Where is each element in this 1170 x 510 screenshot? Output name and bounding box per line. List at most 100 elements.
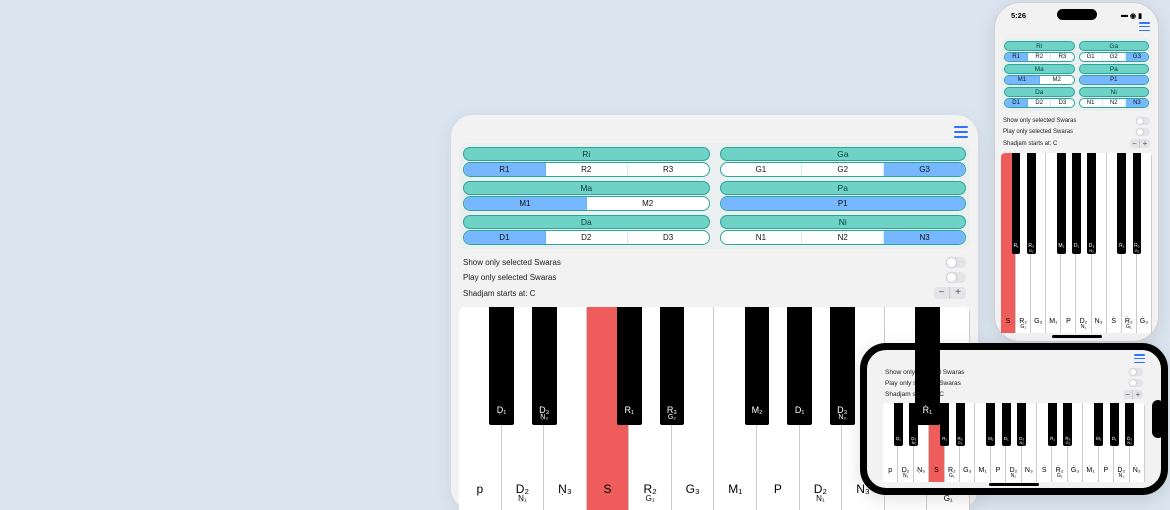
setting-play-only: Play only selected Swaras	[463, 272, 966, 283]
menu-icon[interactable]	[954, 126, 968, 138]
swara-option[interactable]: R1	[464, 163, 546, 176]
swara-option[interactable]: M2	[587, 197, 709, 210]
swara-option[interactable]: N2	[1103, 99, 1126, 107]
swara-segmented-control[interactable]: N1N2N3	[1079, 98, 1150, 108]
swara-segmented-control[interactable]: P1	[720, 196, 967, 211]
swara-option[interactable]: D3	[628, 231, 709, 244]
piano-key-black[interactable]: Ṙ₁	[915, 307, 940, 425]
piano-key-black[interactable]: D₁	[1002, 403, 1011, 446]
piano-key-black[interactable]: D₃N₂	[830, 307, 855, 425]
swara-option[interactable]: D1	[1005, 99, 1028, 107]
swara-option[interactable]: D1	[464, 231, 546, 244]
swara-segmented-control[interactable]: R1R2R3	[1004, 52, 1075, 62]
stepper-plus[interactable]: +	[1140, 139, 1150, 148]
setting-label: Play only selected Swaras	[463, 273, 556, 282]
key-sublabel: N₂	[1089, 248, 1093, 253]
swara-segmented-control[interactable]: M1M2	[463, 196, 710, 211]
piano-key-black[interactable]: D₁	[787, 307, 812, 425]
swara-option[interactable]: R3	[628, 163, 709, 176]
swara-segmented-control[interactable]: N1N2N3	[720, 230, 967, 245]
menu-icon[interactable]	[1139, 22, 1150, 31]
stepper-minus[interactable]: −	[934, 287, 950, 299]
swara-option[interactable]: M2	[1040, 76, 1074, 84]
key-label: G₃	[686, 482, 700, 496]
shadjam-stepper[interactable]: − +	[1123, 390, 1143, 399]
swara-option[interactable]: N1	[721, 231, 803, 244]
setting-label: Shadjam starts at: C	[463, 289, 535, 298]
swara-segmented-control[interactable]: G1G2G3	[720, 162, 967, 177]
piano-key-black[interactable]: M₂	[986, 403, 995, 446]
swara-option[interactable]: G2	[802, 163, 884, 176]
toggle-show-only[interactable]	[1129, 368, 1143, 376]
swara-segmented-control[interactable]: P1	[1079, 75, 1150, 85]
piano-key-black[interactable]: D₁	[1072, 153, 1081, 254]
swara-option[interactable]: R1	[1005, 53, 1028, 61]
piano-key-black[interactable]: M₂	[745, 307, 770, 425]
piano-key-black[interactable]: R₃G₂	[660, 307, 685, 425]
swara-group-label: Da	[1004, 87, 1075, 97]
piano-key-black[interactable]: R₃G₂	[956, 403, 965, 446]
stepper-plus[interactable]: +	[950, 287, 966, 299]
swara-option[interactable]: N1	[1080, 99, 1103, 107]
key-label: R₁	[625, 405, 635, 415]
piano-key-black[interactable]: Ḍ₁	[489, 307, 514, 425]
swara-option[interactable]: R2	[1028, 53, 1051, 61]
piano-key-black[interactable]: Ḍ₃Ṇ₂	[532, 307, 557, 425]
piano-key-black[interactable]: Ḋ₃Ṅ₂	[1125, 403, 1134, 446]
swara-segmented-control[interactable]: M1M2	[1004, 75, 1075, 85]
status-time: 5:26	[1011, 11, 1026, 20]
swara-option[interactable]: N2	[802, 231, 884, 244]
piano-key-black[interactable]: Ḋ₁	[1110, 403, 1119, 446]
piano-key-black[interactable]: Ḍ₃Ṇ₂	[909, 403, 918, 446]
toggle-show-only[interactable]	[946, 257, 966, 268]
piano-key-black[interactable]: R₁	[1012, 153, 1021, 254]
stepper-plus[interactable]: +	[1133, 390, 1143, 399]
key-label: Ḍ₁	[896, 436, 901, 441]
swara-option[interactable]: M1	[1005, 76, 1040, 84]
piano-key-black[interactable]: Ṙ₃Ġ₂	[1063, 403, 1072, 446]
swara-option[interactable]: D3	[1051, 99, 1073, 107]
stepper-minus[interactable]: −	[1130, 139, 1140, 148]
swara-option[interactable]: D2	[546, 231, 628, 244]
swara-option[interactable]: P1	[1080, 76, 1149, 84]
piano-key-black[interactable]: D₃N₂	[1017, 403, 1026, 446]
piano-key-black[interactable]: M₂	[1057, 153, 1066, 254]
key-label: P	[1066, 318, 1071, 325]
piano-key-black[interactable]: Ṁ₂	[1094, 403, 1103, 446]
swara-option[interactable]: D2	[1028, 99, 1051, 107]
swara-segmented-control[interactable]: G1G2G3	[1079, 52, 1150, 62]
swara-option[interactable]: N3	[884, 231, 965, 244]
shadjam-stepper[interactable]: − +	[1130, 139, 1150, 148]
swara-option[interactable]: G2	[1103, 53, 1126, 61]
toggle-show-only[interactable]	[1136, 117, 1150, 125]
piano-key-black[interactable]: Ḍ₁	[894, 403, 903, 446]
setting-shadjam: Shadjam starts at: C − +	[463, 287, 966, 299]
swara-segmented-control[interactable]: R1R2R3	[463, 162, 710, 177]
swara-option[interactable]: M1	[464, 197, 587, 210]
toggle-play-only[interactable]	[946, 272, 966, 283]
swara-option[interactable]: R3	[1051, 53, 1073, 61]
swara-option[interactable]: R2	[546, 163, 628, 176]
toggle-play-only[interactable]	[1129, 379, 1143, 387]
piano-key-black[interactable]: D₃N₂	[1087, 153, 1096, 254]
key-label: S	[1006, 318, 1011, 325]
swara-option[interactable]: G1	[1080, 53, 1103, 61]
piano-key-black[interactable]: Ṙ₁	[1048, 403, 1057, 446]
piano-key-black[interactable]: R₁	[617, 307, 642, 425]
shadjam-stepper[interactable]: − +	[934, 287, 966, 299]
swara-option[interactable]: G3	[1126, 53, 1148, 61]
piano-keyboard: SR₂G₁G₃M₁PD₂N₁N₃ṠṘ₂Ġ₁Ġ₃R₁R₃G₂M₂D₁D₃N₂Ṙ₁Ṙ…	[1001, 153, 1152, 333]
swara-segmented-control[interactable]: D1D2D3	[463, 230, 710, 245]
stepper-minus[interactable]: −	[1123, 390, 1133, 399]
swara-option[interactable]: G1	[721, 163, 803, 176]
swara-option[interactable]: N3	[1126, 99, 1148, 107]
swara-option[interactable]: P1	[721, 197, 966, 210]
swara-segmented-control[interactable]: D1D2D3	[1004, 98, 1075, 108]
swara-option[interactable]: G3	[884, 163, 965, 176]
piano-key-black[interactable]: R₃G₂	[1027, 153, 1036, 254]
toggle-play-only[interactable]	[1136, 128, 1150, 136]
piano-key-black[interactable]: R₁	[940, 403, 949, 446]
menu-icon[interactable]	[1134, 354, 1145, 363]
piano-key-black[interactable]: Ṙ₁	[1117, 153, 1126, 254]
piano-key-black[interactable]: Ṙ₃Ġ₂	[1133, 153, 1142, 254]
